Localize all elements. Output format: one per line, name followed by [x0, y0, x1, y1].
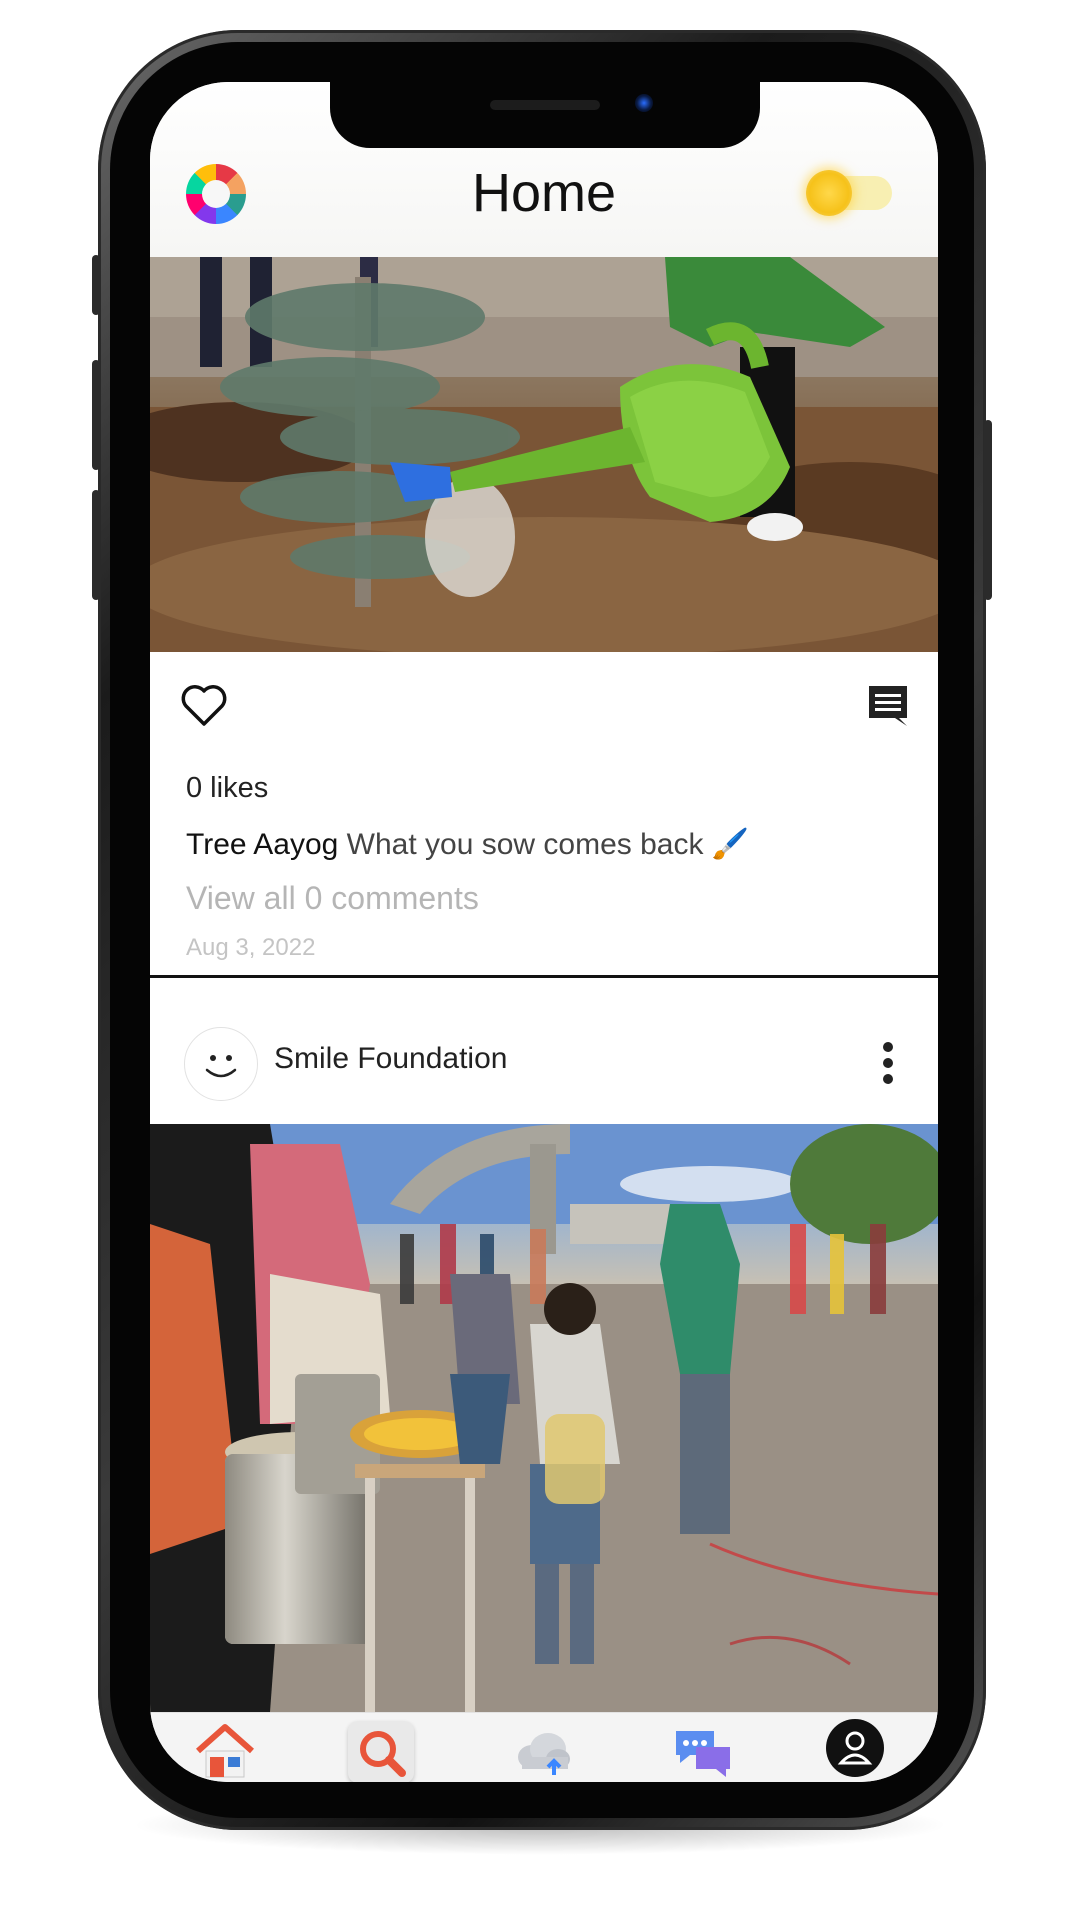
front-camera — [635, 94, 653, 112]
author-avatar[interactable] — [184, 1027, 258, 1101]
volume-up-button — [92, 360, 100, 470]
chat-icon[interactable] — [670, 1721, 736, 1782]
post-username[interactable]: Tree Aayog — [186, 828, 338, 861]
app-screen: Home 0 likes Tree Aayog What you sow com… — [150, 82, 938, 1782]
sun-icon — [806, 170, 852, 216]
likes-count[interactable]: 0 likes — [186, 772, 268, 805]
view-comments-link[interactable]: View all 0 comments — [186, 880, 479, 917]
mute-switch — [92, 255, 100, 315]
heart-icon[interactable] — [180, 682, 228, 728]
paintbrush-emoji: 🖌️ — [711, 828, 750, 861]
food-distribution-photo — [150, 1124, 938, 1712]
theme-toggle[interactable] — [806, 170, 892, 216]
comment-icon[interactable] — [865, 682, 911, 728]
post-divider — [150, 975, 938, 978]
power-button — [984, 420, 992, 600]
cloud-upload-icon[interactable] — [510, 1721, 576, 1782]
child-watering-tree-photo — [150, 257, 938, 652]
volume-down-button — [92, 490, 100, 600]
speaker — [490, 100, 600, 110]
post-author[interactable]: Smile Foundation — [274, 1042, 507, 1076]
search-icon — [360, 1731, 406, 1777]
notch — [330, 82, 760, 148]
home-icon[interactable] — [192, 1721, 258, 1782]
smiley-face-icon — [205, 1055, 237, 1078]
caption-text: What you sow comes back — [346, 828, 704, 861]
post-image[interactable] — [150, 1124, 938, 1712]
bottom-nav — [150, 1712, 938, 1782]
more-options-icon[interactable] — [880, 1040, 896, 1086]
post-image[interactable] — [150, 257, 938, 652]
profile-icon[interactable] — [822, 1717, 888, 1779]
post-date: Aug 3, 2022 — [186, 934, 316, 961]
nav-search[interactable] — [348, 1721, 414, 1782]
post-caption: Tree Aayog What you sow comes back 🖌️ — [186, 827, 749, 862]
